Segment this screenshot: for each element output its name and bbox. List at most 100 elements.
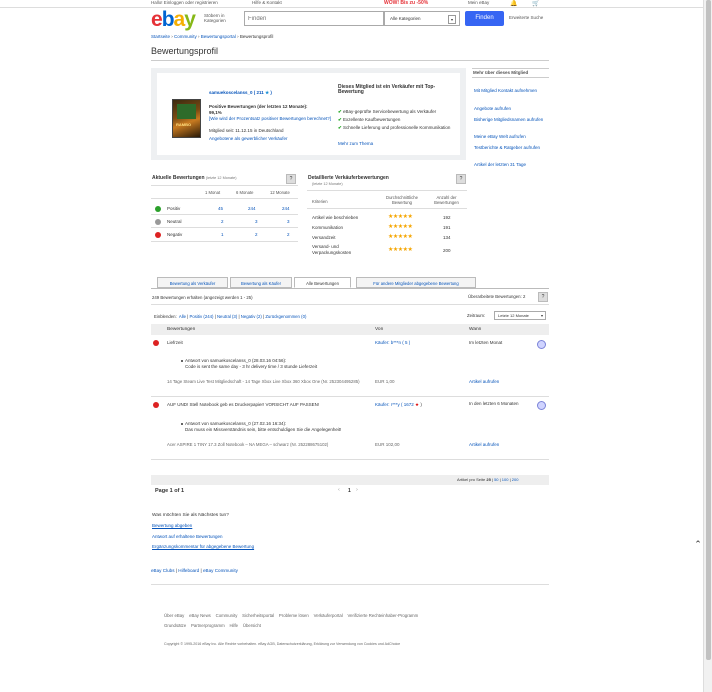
more-info-link[interactable]: Mehr zum Thema [338,141,373,146]
browse-categories-button[interactable]: Stöbern in Kategorien [204,13,238,23]
scrollbar[interactable] [703,0,712,692]
count-link[interactable]: 3 [255,219,258,224]
recent-items-link[interactable]: Artikel der letzten 31 Tage [474,162,546,167]
filter-positive[interactable]: Positiv (244) [190,314,214,319]
help-icon[interactable]: ? [286,174,296,184]
criteria-label: Artikel wie beschrieben [312,215,359,220]
contact-member-link[interactable]: Mit Mitglied Kontakt aufnehmen [474,88,546,93]
page-number[interactable]: 1 [348,488,351,494]
count-link[interactable]: 244 [248,206,256,211]
globe-icon[interactable] [537,401,546,410]
ebay-logo[interactable]: ebay [151,9,196,31]
footer-link[interactable]: eBay News [189,613,211,618]
per-page-option[interactable]: 50 [494,477,498,482]
help-icon[interactable]: ? [538,292,548,302]
filter-label: Einblenden: [154,314,177,319]
profile-username[interactable]: samuekoscelanss_0 ( 211 ★ ) [209,90,272,95]
negative-icon [153,340,159,346]
footer-links: Über eBay eBay News Community Sicherheit… [164,613,418,618]
count-link[interactable]: 45 [218,206,223,211]
globe-icon[interactable] [537,340,546,349]
feedback-count: 249 Bewertungen erhalten (angezeigt werd… [152,295,253,300]
footer-link[interactable]: Verifizierte Rechteinhaber-Programm [347,613,418,618]
per-page-option[interactable]: 25 [486,477,490,482]
next-page-icon[interactable]: › [356,487,358,493]
ebay-community-link[interactable]: eBay Community [203,568,238,573]
top-bar: Hallo! Einloggen oder registrieren Hilfe… [0,0,712,8]
scrollbar-thumb[interactable] [706,0,711,660]
footer-link[interactable]: Hilfe [229,623,238,628]
search-input[interactable] [244,11,384,26]
divider [151,241,298,242]
footer-link[interactable]: Sicherheitsportal [242,613,274,618]
criteria-label: Versand- und Verpackungskosten [312,244,352,255]
view-item-link[interactable]: Artikel aufrufen [469,379,499,384]
reply-feedback-link[interactable]: Antwort auf erhaltene Bewertungen [152,534,223,539]
tab-all-feedback[interactable]: Alle Bewertungen [294,277,351,288]
count-link[interactable]: 2 [221,219,224,224]
row-label: Neutral [167,219,182,224]
help-icon[interactable]: ? [456,174,466,184]
previous-names-link[interactable]: Bisherige Mitgliedsnamen aufrufen [474,117,546,122]
divider [151,198,298,199]
count-link[interactable]: 2 [255,232,258,237]
category-select[interactable]: Alle Kategorien ▾ [384,11,460,26]
breadcrumb-item[interactable]: Bewertungsportal [201,34,236,39]
filter-negative[interactable]: Negativ (2) [241,314,262,319]
count-link[interactable]: 1 [221,232,224,237]
tab-left-for-others[interactable]: Für andere Mitglieder abgegebene Bewertu… [356,277,476,288]
footer-link[interactable]: Grundsätze [164,623,186,628]
breadcrumb-current: Bewertungsprofil [239,34,274,39]
count-link[interactable]: 244 [282,206,290,211]
sign-in-link[interactable]: Hallo! Einloggen oder registrieren [151,0,218,5]
cart-icon[interactable]: 🛒 [532,0,539,7]
help-board-link[interactable]: Hilfeboard [178,568,199,573]
item-title: Acer ASPIRE 1 TINY 17.3 Zoll Notebook – … [167,442,329,447]
search-button[interactable]: Finden [465,11,504,26]
bell-icon[interactable]: 🔔 [510,0,517,7]
footer-link[interactable]: Community [216,613,238,618]
promo-banner[interactable]: WOW! Bis zu -50% [384,0,428,6]
view-item-link[interactable]: Artikel aufrufen [469,442,499,447]
member-since: Mitglied seit: 11.12.15 in Deutschland [209,128,284,133]
my-ebay-link[interactable]: Mein eBay [468,0,489,5]
prev-page-icon[interactable]: ‹ [338,487,340,493]
leave-feedback-link[interactable]: Bewertung abgeben [152,523,192,528]
community-links: eBay Clubs | Hilfeboard | eBay Community [151,568,238,573]
reviews-guides-link[interactable]: Testberichte & Ratgeber aufrufen [474,145,546,150]
filter-all[interactable]: Alle [179,314,186,319]
breadcrumb-item[interactable]: Startseite [151,34,170,39]
buyer-link[interactable]: Käufer: r***y ( 1672 ★ ) [375,402,422,408]
tab-seller-feedback[interactable]: Bewertung als Verkäufer [157,277,228,288]
footer-link[interactable]: Übersicht [243,623,261,628]
row-label: Negativ [167,232,183,237]
footer-link[interactable]: Verkäuferportal [314,613,343,618]
per-page-option[interactable]: 100 [502,477,509,482]
rating-count: 200 [443,248,451,253]
footer-link[interactable]: Partnerprogramm [191,623,225,628]
follow-up-link[interactable]: Ergänzungskommentar für abgegebene Bewer… [152,544,254,549]
advanced-search-link[interactable]: Erweiterte Suche [509,15,543,20]
breadcrumb-item[interactable]: Community [174,34,197,39]
divider [151,584,549,585]
period-select[interactable]: Letzte 12 Monate ▾ [494,311,546,320]
my-world-link[interactable]: Meine eBay Welt aufrufen [474,134,546,139]
count-link[interactable]: 2 [287,232,290,237]
per-page: Artikel pro Seite 25 | 50 | 100 | 200 [457,477,519,482]
scroll-to-top-icon[interactable]: ⌃ [692,538,704,550]
view-items-link[interactable]: Angebote aufrufen [474,106,546,111]
filter-neutral[interactable]: Neutral (3) [217,314,237,319]
help-contact-link[interactable]: Hilfe & Kontakt [252,0,282,5]
star-rating: ★★★★★ [388,224,413,230]
items-link[interactable]: Angebotene als gewerblicher Verkäufer [209,136,333,141]
tab-buyer-feedback[interactable]: Bewertung als Käufer [230,277,292,288]
filter-withdrawn[interactable]: Zurückgenommen (0) [265,314,306,319]
footer-link[interactable]: Probleme lösen [279,613,309,618]
footer-link[interactable]: Über eBay [164,613,184,618]
count-link[interactable]: 3 [287,219,290,224]
per-page-option[interactable]: 200 [512,477,519,482]
ebay-clubs-link[interactable]: eBay Clubs [151,568,175,573]
positive-calc-link[interactable]: [Wie wird der Prozentsatz positiver Bewe… [209,116,333,121]
divider [151,227,298,228]
buyer-link[interactable]: Käufer: b***n ( 5 ) [375,340,410,345]
